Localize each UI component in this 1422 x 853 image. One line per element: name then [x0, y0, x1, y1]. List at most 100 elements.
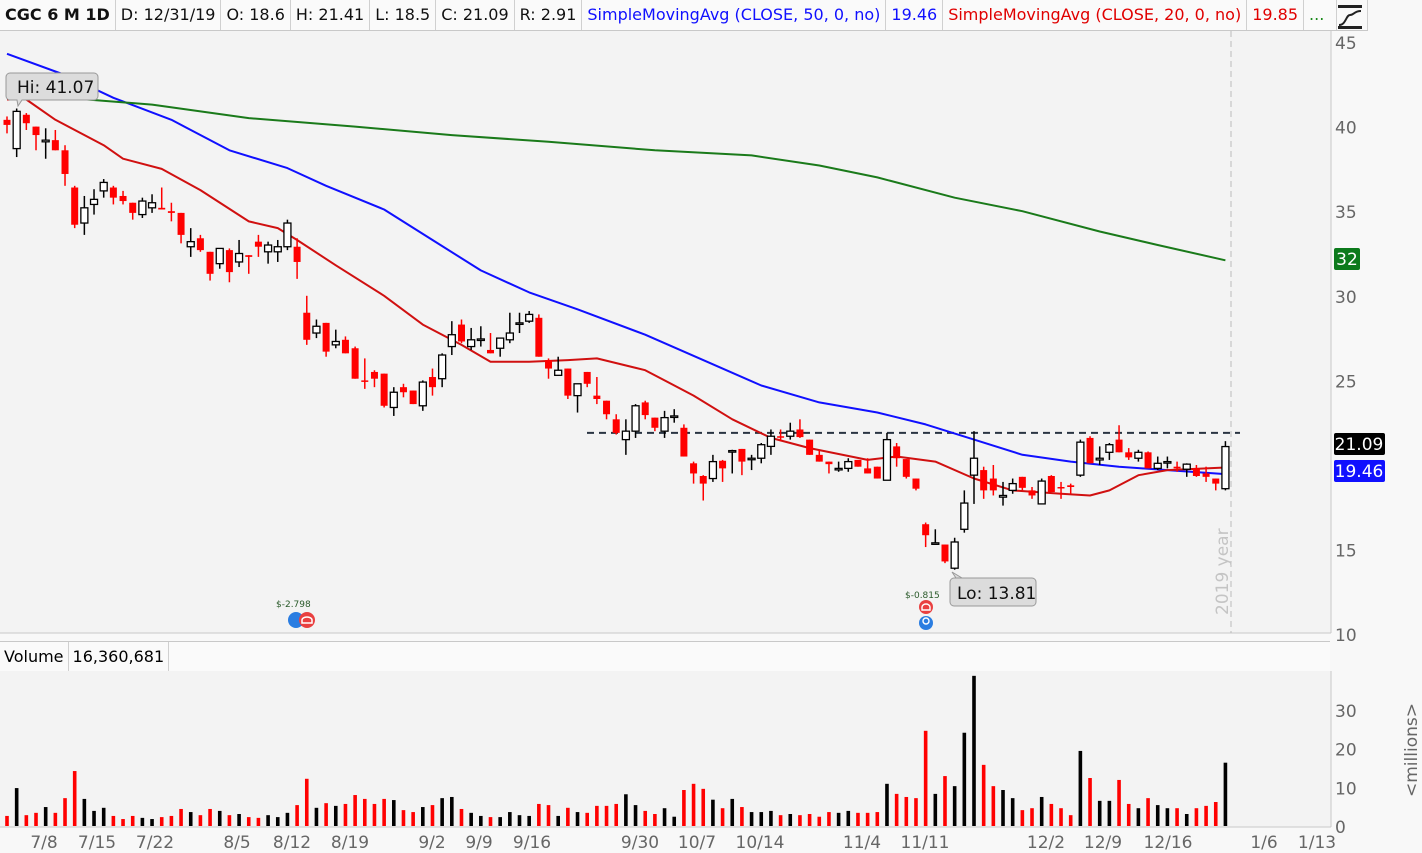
date-tick-label: 8/5 — [223, 833, 250, 853]
candle — [777, 429, 785, 442]
candle — [32, 126, 40, 151]
volume-bar — [633, 805, 638, 826]
volume-bar — [672, 816, 677, 826]
candle — [437, 353, 447, 388]
candle — [796, 419, 804, 438]
volume-label[interactable]: Volume — [0, 642, 69, 671]
volume-bar — [362, 798, 367, 826]
dividend-icon — [288, 612, 304, 628]
sma50-study-label[interactable]: SimpleMovingAvg (CLOSE, 50, 0, no) — [582, 0, 887, 30]
volume-bar — [894, 793, 899, 826]
volume-bar — [179, 808, 183, 826]
price-tick-label: 45 — [1335, 34, 1357, 54]
volume-bar — [691, 783, 696, 826]
volume-bar — [5, 815, 9, 826]
volume-bar — [614, 803, 619, 826]
volume-bar — [527, 815, 531, 826]
candle — [583, 371, 591, 388]
earnings-value-1: $-2.798 — [276, 600, 311, 610]
candle — [399, 383, 407, 398]
candle — [747, 454, 756, 471]
volume-bar — [778, 815, 783, 826]
date-tick-label: 9/30 — [621, 833, 659, 853]
date-tick-label: 8/12 — [273, 833, 311, 853]
candle — [738, 448, 746, 476]
candle — [505, 312, 514, 344]
more-studies-button[interactable]: ... — [1304, 0, 1338, 30]
candle-body — [1037, 480, 1046, 505]
volume-bar — [1097, 800, 1102, 826]
volume-bar — [140, 817, 145, 826]
volume-bar — [275, 817, 280, 826]
sma20-study-label[interactable]: SimpleMovingAvg (CLOSE, 20, 0, no) — [943, 0, 1248, 30]
candle-body — [699, 475, 707, 484]
chart-style-icon[interactable] — [1336, 4, 1364, 30]
candle-body — [61, 150, 69, 174]
date-tick-label: 7/22 — [136, 833, 174, 853]
year-marker-label: 2019 year — [1213, 528, 1233, 615]
hi-callout: Hi: 41.07 — [5, 72, 99, 108]
candle-body — [960, 502, 969, 530]
candle — [1105, 443, 1114, 460]
candle-body — [757, 444, 766, 459]
volume-bar — [421, 807, 425, 826]
volume-bar — [546, 805, 551, 826]
symbol-label[interactable]: CGC 6 M 1D — [0, 0, 116, 30]
candle-body — [254, 241, 262, 247]
volume-bar — [111, 815, 116, 826]
volume-bar — [401, 810, 406, 826]
earnings-marker-2: $-0.815 — [905, 591, 940, 630]
candle-body — [1153, 462, 1162, 470]
candle-body — [158, 207, 166, 210]
candle — [273, 239, 282, 262]
candle-body — [1163, 460, 1172, 464]
volume-bar — [1194, 808, 1199, 826]
open-readout: O: 18.6 — [221, 0, 291, 30]
volume-bar — [237, 814, 241, 826]
candle-body — [719, 460, 727, 469]
candle — [1144, 451, 1152, 469]
volume-bar — [769, 810, 773, 826]
earnings-value-2: $-0.815 — [905, 591, 940, 601]
candle-body — [322, 322, 330, 352]
candle-body — [1095, 457, 1104, 461]
volume-bar — [1165, 808, 1170, 826]
price-tick-label: 15 — [1335, 542, 1357, 562]
candle-body — [487, 349, 494, 354]
date-tick-label: 11/4 — [843, 833, 881, 853]
candle — [922, 522, 930, 548]
volume-bar — [1049, 803, 1054, 826]
volume-header: Volume 16,360,681 — [0, 641, 1330, 672]
candle-body — [1173, 466, 1181, 469]
volume-bar — [856, 812, 860, 826]
volume-bar — [943, 776, 947, 826]
candle-body — [931, 542, 940, 545]
candle — [660, 410, 669, 438]
price-tick-label: 25 — [1335, 372, 1357, 392]
candle-body — [690, 463, 698, 474]
volume-bar — [952, 786, 957, 826]
candle — [690, 461, 698, 484]
candle-body — [389, 391, 398, 409]
candle — [989, 465, 997, 496]
candle-body — [854, 459, 862, 467]
volume-bar — [411, 812, 415, 826]
candle — [186, 228, 195, 257]
candle — [950, 537, 959, 570]
volume-bar — [450, 796, 454, 826]
candle-body — [428, 377, 436, 388]
candle-body — [621, 430, 631, 441]
volume-bar — [188, 812, 193, 826]
candle — [196, 234, 204, 252]
candle — [1192, 465, 1200, 477]
candle-body — [293, 246, 301, 262]
price-chart[interactable]: 2019 year 45 40 35 30 25 15 10 30 20 10 0 7/8 7/15… — [0, 0, 1422, 853]
candle — [254, 234, 262, 257]
candle-body — [119, 195, 127, 202]
candle-body — [457, 324, 465, 342]
volume-bar — [740, 807, 744, 826]
candle — [138, 197, 147, 218]
candle-body — [980, 470, 988, 491]
candle — [699, 475, 707, 501]
volume-bar — [875, 812, 880, 826]
